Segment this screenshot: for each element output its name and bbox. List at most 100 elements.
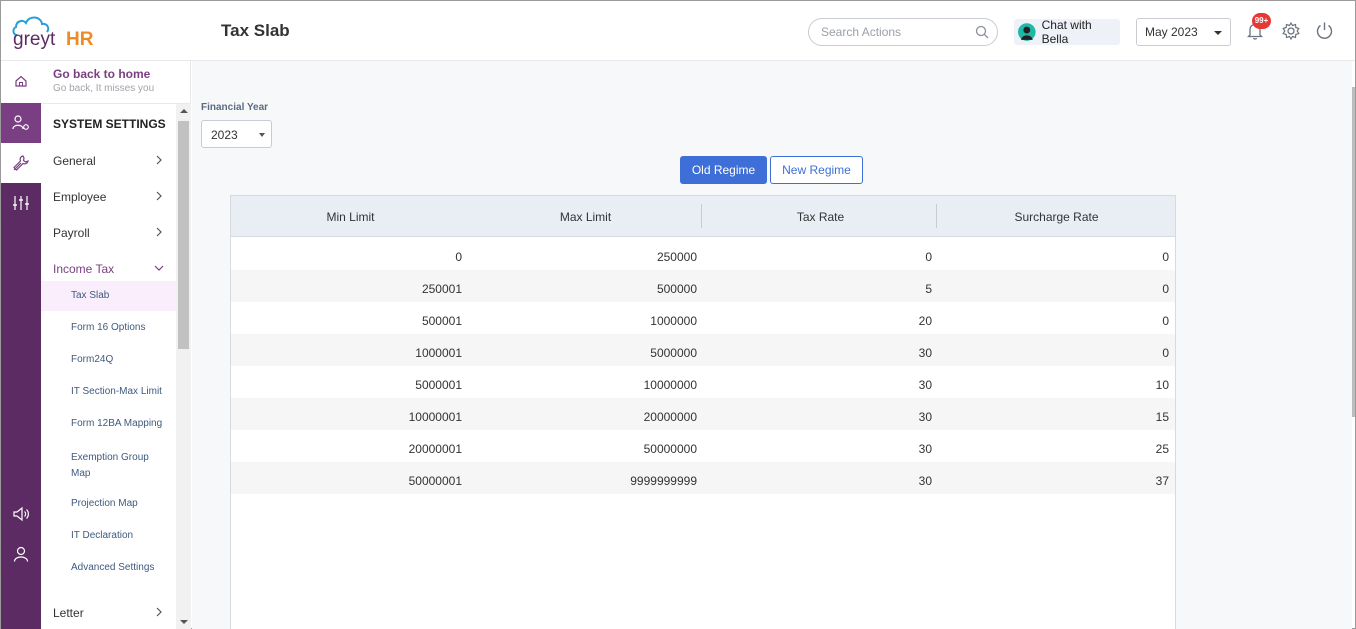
- cell-tax-rate: 30: [918, 442, 932, 456]
- cell-max-limit: 9999999999: [630, 474, 697, 488]
- speaker-icon: [13, 506, 29, 522]
- sidebar-subitem-form24q[interactable]: Form24Q: [41, 354, 176, 365]
- sidebar-subitem-label: Exemption Group Map: [71, 452, 149, 479]
- cell-min-limit: 500001: [421, 314, 462, 328]
- go-back-title: Go back to home: [53, 67, 151, 81]
- cell-max-limit: 10000000: [643, 378, 697, 392]
- column-header-tax-rate[interactable]: Tax Rate: [763, 210, 878, 224]
- column-header-max-limit[interactable]: Max Limit: [528, 210, 643, 224]
- main-content: Financial Year 2023 Old Regime New Regim…: [192, 61, 1352, 629]
- sidebar-item-income-tax[interactable]: Income Tax: [53, 262, 164, 276]
- table-row: 5000001 10000000 30 10: [231, 366, 1175, 398]
- financial-year-select[interactable]: 2023: [201, 120, 272, 148]
- sidebar-scroll-thumb[interactable]: [178, 121, 189, 349]
- sidebar-subitem-it-section-max-limit[interactable]: IT Section-Max Limit: [41, 386, 176, 397]
- sidebar-item-letter[interactable]: Letter: [53, 606, 162, 620]
- people-settings-rail-item[interactable]: [1, 103, 41, 143]
- sidebar-subitem-form12ba-mapping[interactable]: Form 12BA Mapping: [41, 418, 176, 429]
- search-input[interactable]: [821, 24, 971, 40]
- column-header-min-limit[interactable]: Min Limit: [293, 210, 408, 224]
- bella-avatar-icon: [1018, 23, 1036, 41]
- sidebar-item-label: Income Tax: [53, 262, 115, 276]
- cell-surcharge-rate: 0: [1162, 282, 1169, 296]
- cell-tax-rate: 30: [918, 410, 932, 424]
- chevron-right-icon: [156, 607, 162, 617]
- greythr-logo[interactable]: greyt HR: [11, 13, 101, 51]
- chat-with-bella-button[interactable]: Chat with Bella: [1014, 18, 1120, 46]
- tax-slab-table: Min Limit Max Limit Tax Rate Surcharge R…: [230, 195, 1176, 629]
- cell-max-limit: 20000000: [643, 410, 697, 424]
- sidebar-subitem-tax-slab[interactable]: Tax Slab: [41, 281, 176, 311]
- sidebar-item-label: Payroll: [53, 226, 90, 240]
- old-regime-button[interactable]: Old Regime: [680, 156, 767, 184]
- cell-tax-rate: 30: [918, 378, 932, 392]
- sidebar-item-payroll[interactable]: Payroll: [53, 226, 162, 240]
- month-select[interactable]: May 2023: [1136, 18, 1231, 46]
- page-scroll-thumb[interactable]: [1352, 87, 1355, 417]
- sidebar-subitem-label: Projection Map: [71, 498, 138, 509]
- column-header-surcharge-rate[interactable]: Surcharge Rate: [999, 210, 1114, 224]
- cell-min-limit: 250001: [421, 282, 462, 296]
- cell-min-limit: 50000001: [408, 474, 462, 488]
- chevron-down-icon: [1214, 31, 1222, 35]
- sidebar-divider: [41, 103, 190, 104]
- sidebar-subitem-it-declaration[interactable]: IT Declaration: [41, 530, 176, 541]
- go-back-home-link[interactable]: Go back to home Go back, It misses you: [53, 67, 154, 94]
- sidebar-scrollbar[interactable]: [176, 104, 191, 629]
- profile-rail-item[interactable]: [1, 534, 41, 574]
- sidebar-item-employee[interactable]: Employee: [53, 190, 162, 204]
- table-row: 1000001 5000000 30 0: [231, 334, 1175, 366]
- cell-max-limit: 500000: [656, 282, 697, 296]
- table-row: 20000001 50000000 30 25: [231, 430, 1175, 462]
- notification-badge: 99+: [1252, 13, 1271, 29]
- chevron-down-icon: [154, 265, 164, 271]
- user-settings-icon: [12, 115, 29, 130]
- chat-with-bella-label: Chat with Bella: [1041, 18, 1092, 46]
- power-icon[interactable]: [1314, 20, 1335, 41]
- go-back-subtitle: Go back, It misses you: [53, 83, 155, 94]
- sidebar-subitem-label: Tax Slab: [71, 290, 110, 301]
- search-box[interactable]: [808, 18, 998, 46]
- cell-surcharge-rate: 0: [1162, 346, 1169, 360]
- sidebar-section-title: SYSTEM SETTINGS: [53, 117, 166, 131]
- financial-year-value: 2023: [211, 128, 238, 142]
- column-separator: [701, 204, 702, 228]
- new-regime-button[interactable]: New Regime: [770, 156, 863, 184]
- cell-tax-rate: 30: [918, 346, 932, 360]
- cloud-logo-icon: greyt HR: [12, 16, 94, 50]
- search-icon[interactable]: [975, 25, 989, 39]
- logo-text-hr: HR: [66, 29, 94, 50]
- home-icon: [15, 75, 27, 87]
- table-header: Min Limit Max Limit Tax Rate Surcharge R…: [231, 196, 1175, 237]
- month-select-value: May 2023: [1145, 25, 1198, 39]
- system-settings-rail-item[interactable]: [1, 143, 41, 183]
- sidebar-item-label: Employee: [53, 190, 107, 204]
- cell-min-limit: 0: [455, 250, 462, 264]
- gear-icon[interactable]: [1281, 21, 1301, 41]
- home-rail-item[interactable]: [1, 61, 41, 103]
- sidebar-item-label: Letter: [53, 606, 84, 620]
- sidebar-subitem-advanced-settings[interactable]: Advanced Settings: [41, 562, 176, 573]
- sidebar-item-general[interactable]: General: [53, 154, 162, 168]
- settings-sidebar: Go back to home Go back, It misses you S…: [41, 61, 191, 629]
- sliders-rail-item[interactable]: [1, 183, 41, 223]
- cell-min-limit: 1000001: [415, 346, 462, 360]
- sidebar-subitem-form16-options[interactable]: Form 16 Options: [41, 322, 176, 333]
- announcement-rail-item[interactable]: [1, 494, 41, 534]
- sidebar-subitem-label: IT Section-Max Limit: [71, 386, 162, 397]
- scroll-up-arrow-icon[interactable]: [180, 109, 188, 113]
- chevron-right-icon: [156, 227, 162, 237]
- cell-min-limit: 10000001: [408, 410, 462, 424]
- cell-surcharge-rate: 10: [1155, 378, 1169, 392]
- sidebar-subitem-label: Advanced Settings: [71, 562, 155, 573]
- table-row: 10000001 20000000 30 15: [231, 398, 1175, 430]
- caret-down-icon: [259, 133, 265, 137]
- sidebar-subitem-projection-map[interactable]: Projection Map: [41, 498, 176, 509]
- sidebar-subitem-exemption-group-map[interactable]: Exemption Group Map: [41, 450, 166, 482]
- cell-max-limit: 5000000: [650, 346, 697, 360]
- sidebar-subitem-label: Form 16 Options: [71, 322, 146, 333]
- logo-text: greyt: [13, 29, 56, 50]
- sidebar-item-label: General: [53, 154, 96, 168]
- scroll-down-arrow-icon[interactable]: [180, 620, 188, 624]
- cell-surcharge-rate: 0: [1162, 314, 1169, 328]
